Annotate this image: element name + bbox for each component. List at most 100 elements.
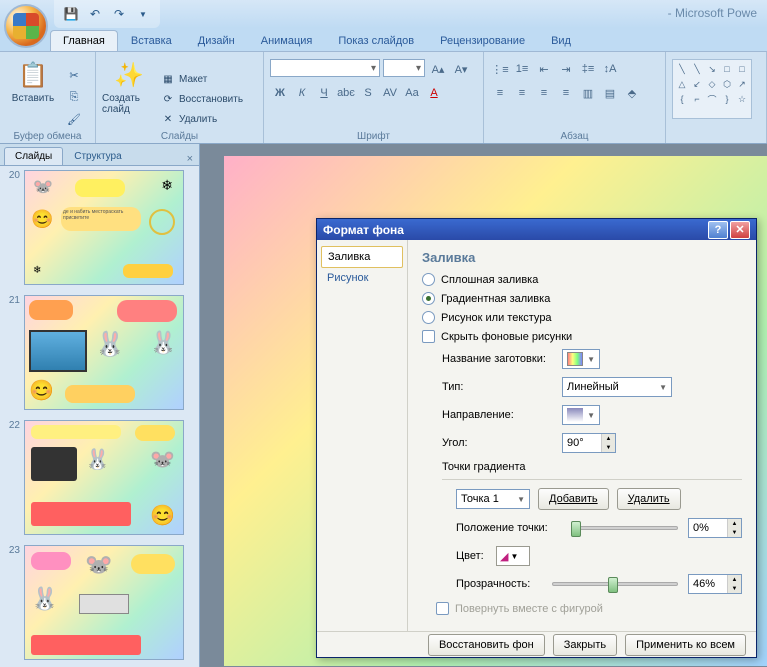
layout-icon: ▦ xyxy=(160,72,176,88)
close-button[interactable]: ✕ xyxy=(730,221,750,239)
thumbnails: 20 🐭 ❄ 😊 де и набить местораскать присве… xyxy=(0,166,199,667)
slide-thumbnail[interactable]: 🐰 🐰 😊 xyxy=(24,295,184,410)
direction-swatch-icon xyxy=(567,408,583,422)
slider-thumb-icon[interactable] xyxy=(608,577,618,593)
paste-button[interactable]: 📋 Вставить xyxy=(6,55,60,140)
reset-bg-button[interactable]: Восстановить фон xyxy=(428,634,545,656)
layout-button[interactable]: ▦Макет xyxy=(160,72,243,88)
dialog-sidebar: Заливка Рисунок xyxy=(317,240,407,631)
ribbon-tabs: Главная Вставка Дизайн Анимация Показ сл… xyxy=(0,28,767,52)
format-background-dialog: Формат фона ? ✕ Заливка Рисунок Заливка … xyxy=(316,218,757,658)
color-label: Цвет: xyxy=(456,550,496,562)
italic-icon[interactable]: К xyxy=(292,83,312,103)
radio-picture-fill[interactable]: Рисунок или текстура xyxy=(422,311,742,324)
change-case-icon[interactable]: Aa xyxy=(402,83,422,103)
group-label: Абзац xyxy=(484,131,665,142)
smartart-icon[interactable]: ⬘ xyxy=(622,83,642,103)
justify-icon[interactable]: ≡ xyxy=(556,83,576,103)
preset-combo[interactable]: ▼ xyxy=(562,349,600,369)
numbering-icon[interactable]: 1≡ xyxy=(512,59,532,79)
align-center-icon[interactable]: ≡ xyxy=(512,83,532,103)
font-color-icon[interactable]: A xyxy=(424,83,444,103)
transparency-slider[interactable] xyxy=(552,582,678,586)
tab-view[interactable]: Вид xyxy=(538,30,584,51)
align-text-icon[interactable]: ▤ xyxy=(600,83,620,103)
tab-review[interactable]: Рецензирование xyxy=(427,30,538,51)
sidebar-item-fill[interactable]: Заливка xyxy=(321,246,403,268)
dialog-footer: Восстановить фон Закрыть Применить ко вс… xyxy=(317,631,756,657)
char-spacing-icon[interactable]: AV xyxy=(380,83,400,103)
underline-icon[interactable]: Ч xyxy=(314,83,334,103)
type-combo[interactable]: Линейный▼ xyxy=(562,377,672,397)
group-paragraph: ⋮≡ 1≡ ⇤ ⇥ ‡≡ ↕A ≡ ≡ ≡ ≡ ▥ ▤ ⬘ Абзац xyxy=(484,52,666,143)
color-picker[interactable]: ◢▼ xyxy=(496,546,530,566)
cut-icon[interactable]: ✂ xyxy=(64,66,84,86)
position-slider[interactable] xyxy=(572,526,678,530)
tab-design[interactable]: Дизайн xyxy=(185,30,248,51)
direction-combo[interactable]: ▼ xyxy=(562,405,600,425)
tab-slideshow[interactable]: Показ слайдов xyxy=(325,30,427,51)
position-spinner[interactable]: 0%▲▼ xyxy=(688,518,742,538)
line-spacing-icon[interactable]: ‡≡ xyxy=(578,59,598,79)
remove-stop-button[interactable]: Удалить xyxy=(617,488,681,510)
group-label: Буфер обмена xyxy=(0,131,95,142)
ribbon: 📋 Вставить ✂ ⎘ 🖌 Буфер обмена ✨ Создать … xyxy=(0,52,767,144)
slide-panel: Слайды Структура × 20 🐭 ❄ 😊 де и набить … xyxy=(0,144,200,667)
checkbox-hide-bg[interactable]: Скрыть фоновые рисунки xyxy=(422,330,742,343)
close-dialog-button[interactable]: Закрыть xyxy=(553,634,617,656)
redo-icon[interactable]: ↷ xyxy=(110,5,128,23)
thumb-number: 23 xyxy=(4,545,20,660)
bullets-icon[interactable]: ⋮≡ xyxy=(490,59,510,79)
dialog-titlebar[interactable]: Формат фона ? ✕ xyxy=(317,219,756,240)
delete-button[interactable]: ✕Удалить xyxy=(160,112,243,128)
undo-icon[interactable]: ↶ xyxy=(86,5,104,23)
outdent-icon[interactable]: ⇤ xyxy=(534,59,554,79)
titlebar: 💾 ↶ ↷ ▼ - Microsoft Powe xyxy=(0,0,767,28)
office-button[interactable] xyxy=(4,4,48,48)
align-right-icon[interactable]: ≡ xyxy=(534,83,554,103)
copy-icon[interactable]: ⎘ xyxy=(64,88,84,108)
columns-icon[interactable]: ▥ xyxy=(578,83,598,103)
grow-font-icon[interactable]: A▴ xyxy=(428,59,448,79)
slider-thumb-icon[interactable] xyxy=(571,521,581,537)
strike-icon[interactable]: abє xyxy=(336,83,356,103)
checkbox-icon xyxy=(422,330,435,343)
tab-animation[interactable]: Анимация xyxy=(248,30,326,51)
shadow-icon[interactable]: S xyxy=(358,83,378,103)
position-label: Положение точки: xyxy=(456,522,562,534)
bold-icon[interactable]: Ж xyxy=(270,83,290,103)
qat-dropdown-icon[interactable]: ▼ xyxy=(134,5,152,23)
angle-spinner[interactable]: 90°▲▼ xyxy=(562,433,616,453)
group-font: ▾ ▾ A▴ A▾ Ж К Ч abє S AV Aa A Шрифт xyxy=(264,52,484,143)
add-stop-button[interactable]: Добавить xyxy=(538,488,609,510)
text-direction-icon[interactable]: ↕A xyxy=(600,59,620,79)
sidebar-item-picture[interactable]: Рисунок xyxy=(321,268,403,288)
transparency-spinner[interactable]: 46%▲▼ xyxy=(688,574,742,594)
panel-close-icon[interactable]: × xyxy=(181,153,199,165)
apply-all-button[interactable]: Применить ко всем xyxy=(625,634,746,656)
slide-thumbnail[interactable]: 🐭 ❄ 😊 де и набить местораскать присветит… xyxy=(24,170,184,285)
font-size-combo[interactable]: ▾ xyxy=(383,59,425,77)
radio-icon xyxy=(422,311,435,324)
tab-slides[interactable]: Слайды xyxy=(4,147,63,165)
slide-thumbnail[interactable]: 🐭 🐰 xyxy=(24,545,184,660)
radio-gradient-fill[interactable]: Градиентная заливка xyxy=(422,292,742,305)
font-family-combo[interactable]: ▾ xyxy=(270,59,380,77)
thumb-number: 22 xyxy=(4,420,20,535)
tab-outline[interactable]: Структура xyxy=(63,147,132,165)
slide-thumbnail[interactable]: 🐰 🐭 😊 xyxy=(24,420,184,535)
tab-home[interactable]: Главная xyxy=(50,30,118,51)
tab-insert[interactable]: Вставка xyxy=(118,30,185,51)
bucket-icon: ◢ xyxy=(500,550,508,563)
format-painter-icon[interactable]: 🖌 xyxy=(64,110,84,130)
new-slide-button[interactable]: ✨ Создать слайд xyxy=(102,55,156,140)
radio-solid-fill[interactable]: Сплошная заливка xyxy=(422,273,742,286)
shapes-gallery[interactable]: ╲╲↘□□ △↙◇⬡↗ {⌐⌒}☆ xyxy=(672,59,752,119)
stop-combo[interactable]: Точка 1▼ xyxy=(456,489,530,509)
save-icon[interactable]: 💾 xyxy=(62,5,80,23)
shrink-font-icon[interactable]: A▾ xyxy=(451,59,471,79)
help-button[interactable]: ? xyxy=(708,221,728,239)
reset-button[interactable]: ⟳Восстановить xyxy=(160,92,243,108)
indent-icon[interactable]: ⇥ xyxy=(556,59,576,79)
align-left-icon[interactable]: ≡ xyxy=(490,83,510,103)
